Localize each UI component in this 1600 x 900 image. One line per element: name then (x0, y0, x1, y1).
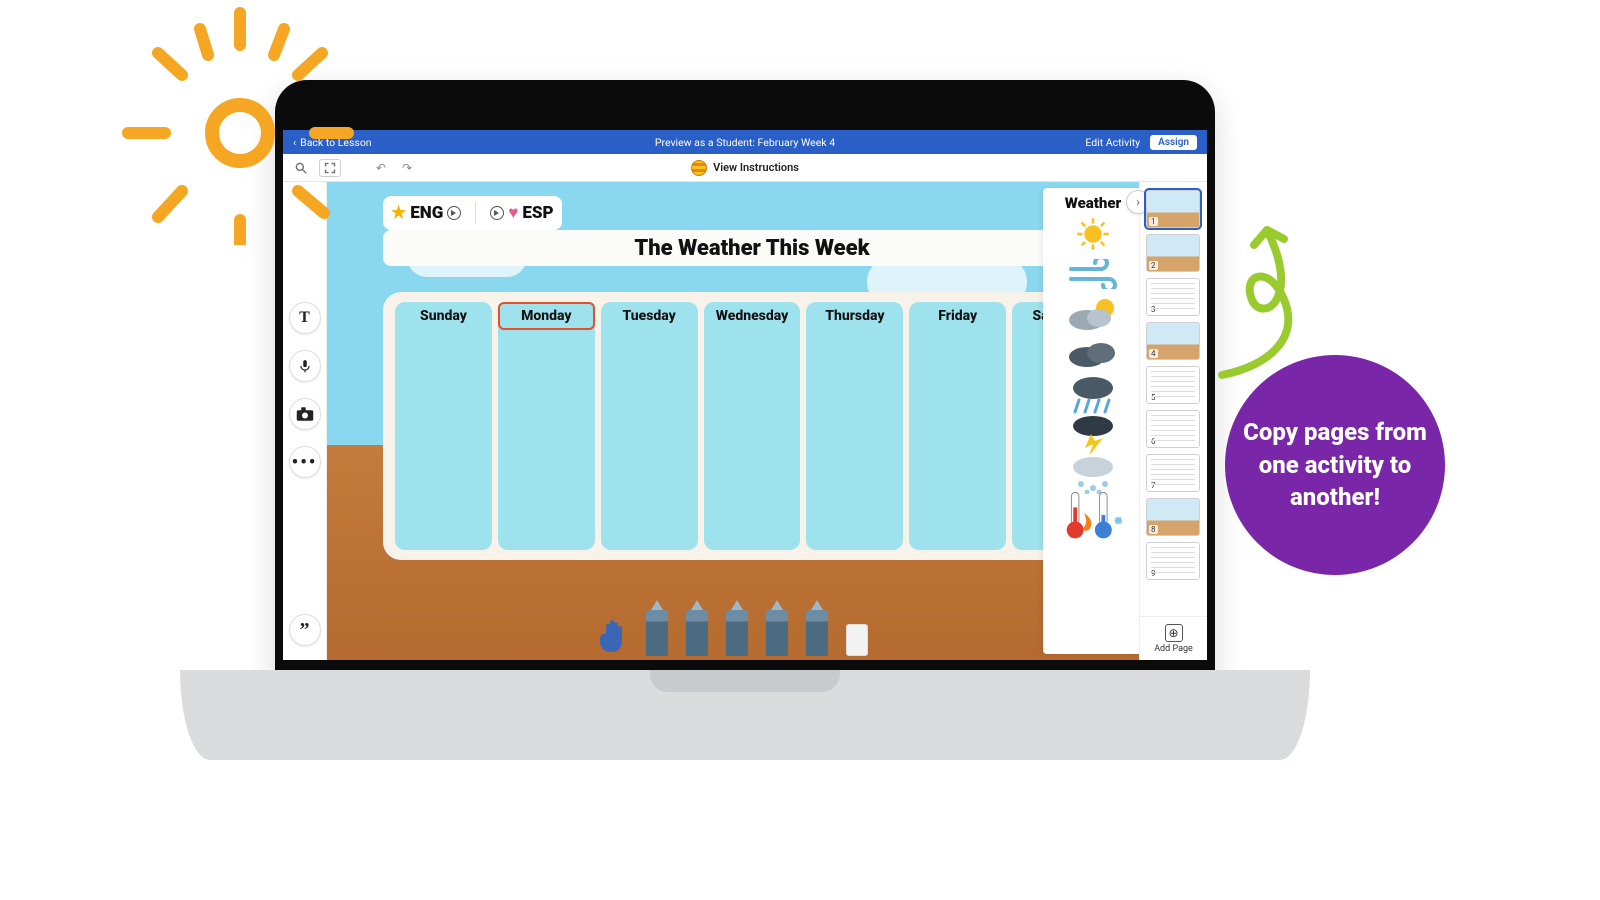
globe-icon (691, 160, 707, 176)
rain-icon[interactable] (1062, 376, 1124, 412)
thermometer-icon[interactable] (1062, 496, 1124, 532)
callout-text: Copy pages from one activity to another! (1241, 416, 1429, 513)
page-thumbnail-9[interactable]: 9 (1146, 542, 1200, 580)
speaker-icon[interactable] (447, 206, 461, 220)
day-header: Friday (909, 302, 1006, 330)
wind-icon[interactable] (1062, 256, 1124, 292)
app-screen: ‹ Back to Lesson Preview as a Student: F… (283, 130, 1207, 660)
page-number: 7 (1149, 481, 1158, 490)
pen-tool-3[interactable] (726, 610, 748, 656)
cloudy-icon[interactable] (1062, 336, 1124, 372)
edit-activity-link[interactable]: Edit Activity (1085, 136, 1140, 149)
page-thumbnail-3[interactable]: 3 (1146, 278, 1200, 316)
page-thumbnails-sidebar: › 123456789 ⊕ Add Page (1139, 182, 1207, 660)
lang-eng-label: ENG (410, 203, 443, 223)
page-number: 1 (1149, 217, 1158, 226)
page-number: 2 (1149, 261, 1158, 270)
camera-tool[interactable] (289, 398, 321, 430)
page-number: 6 (1149, 437, 1158, 446)
add-page-button[interactable]: ⊕ Add Page (1140, 616, 1207, 660)
more-tool[interactable]: ••• (289, 446, 321, 478)
utility-bar: ↶ ↷ View Instructions ➤ (283, 154, 1207, 182)
pen-tool-4[interactable] (766, 610, 788, 656)
preview-title: Preview as a Student: February Week 4 (655, 136, 835, 149)
day-column-monday[interactable]: Monday (498, 302, 595, 550)
day-header: Monday (498, 302, 595, 330)
pen-tool-2[interactable] (686, 610, 708, 656)
pen-tool-5[interactable] (806, 610, 828, 656)
weather-sticker-panel: Weather (1043, 188, 1139, 654)
page-thumbnail-2[interactable]: 2 (1146, 234, 1200, 272)
page-number: 5 (1149, 393, 1158, 402)
redo-icon[interactable]: ↷ (399, 160, 415, 176)
day-header: Thursday (806, 302, 903, 330)
page-thumbnail-7[interactable]: 7 (1146, 454, 1200, 492)
drawing-tool-tray (598, 610, 868, 656)
day-column-friday[interactable]: Friday (909, 302, 1006, 550)
heart-icon: ♥ (508, 203, 518, 223)
promo-callout: Copy pages from one activity to another! (1225, 355, 1445, 575)
page-thumbnail-4[interactable]: 4 (1146, 322, 1200, 360)
speaker-icon[interactable] (490, 206, 504, 220)
view-instructions-label: View Instructions (713, 161, 799, 174)
move-hand-tool[interactable] (598, 616, 628, 656)
lang-esp-button[interactable]: ♥ ESP (490, 203, 553, 223)
language-toggle: ★ ENG ♥ ESP (383, 196, 562, 230)
page-number: 8 (1149, 525, 1158, 534)
activity-canvas[interactable]: ★ ENG ♥ ESP The W (327, 182, 1139, 660)
partly-cloudy-icon[interactable] (1062, 296, 1124, 332)
weather-panel-title: Weather (1065, 194, 1121, 212)
view-instructions-button[interactable]: View Instructions (691, 160, 799, 176)
caption-tool[interactable]: ” (289, 614, 321, 646)
sun-doodle-decoration (110, 5, 370, 249)
week-grid: SundayMondayTuesdayWednesdayThursdayFrid… (383, 292, 1121, 560)
activity-title: The Weather This Week (383, 230, 1121, 266)
page-thumbnail-5[interactable]: 5 (1146, 366, 1200, 404)
day-header: Sunday (395, 302, 492, 330)
thunder-icon[interactable] (1062, 416, 1124, 452)
lang-esp-label: ESP (522, 203, 553, 223)
day-column-thursday[interactable]: Thursday (806, 302, 903, 550)
pen-tool-1[interactable] (646, 610, 668, 656)
day-header: Tuesday (601, 302, 698, 330)
eraser-tool[interactable] (846, 624, 868, 656)
day-column-sunday[interactable]: Sunday (395, 302, 492, 550)
left-tool-rail: T ••• ” (283, 182, 327, 660)
lang-eng-button[interactable]: ★ ENG (391, 203, 461, 223)
page-thumbnail-8[interactable]: 8 (1146, 498, 1200, 536)
undo-icon[interactable]: ↶ (373, 160, 389, 176)
add-page-plus-icon: ⊕ (1165, 624, 1183, 642)
mic-tool[interactable] (289, 350, 321, 382)
page-number: 9 (1149, 569, 1158, 578)
day-header: Wednesday (704, 302, 801, 330)
app-topbar: ‹ Back to Lesson Preview as a Student: F… (283, 130, 1207, 154)
text-tool[interactable]: T (289, 302, 321, 334)
add-page-label: Add Page (1154, 644, 1193, 654)
assign-button[interactable]: Assign (1150, 135, 1197, 150)
page-number: 3 (1149, 305, 1158, 314)
page-thumbnail-6[interactable]: 6 (1146, 410, 1200, 448)
day-column-wednesday[interactable]: Wednesday (704, 302, 801, 550)
page-thumbnail-1[interactable]: 1 (1146, 190, 1200, 228)
day-column-tuesday[interactable]: Tuesday (601, 302, 698, 550)
page-number: 4 (1149, 349, 1158, 358)
star-icon: ★ (391, 203, 406, 223)
sunny-icon[interactable] (1062, 216, 1124, 252)
